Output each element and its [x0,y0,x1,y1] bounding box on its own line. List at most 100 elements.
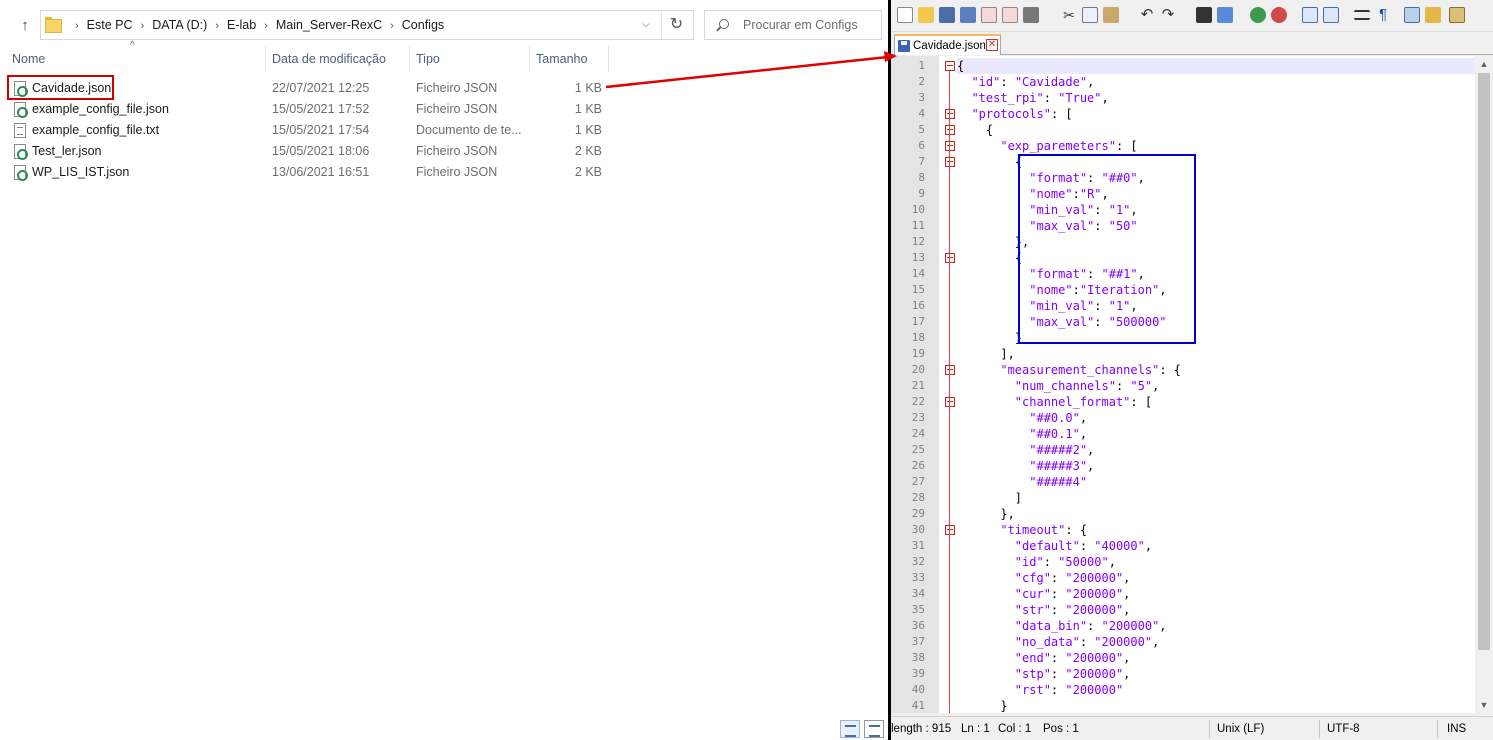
large-icons-view-icon[interactable] [864,720,884,738]
indent-guide-icon[interactable] [1404,7,1420,23]
zoom-in-icon[interactable] [1250,7,1266,23]
document-map-icon[interactable] [1449,7,1465,23]
undo-icon[interactable]: ↶ [1139,7,1155,23]
code-line[interactable]: "stp": "200000", [957,666,1131,682]
code-line[interactable]: "data_bin": "200000", [957,618,1167,634]
close-all-icon[interactable] [1002,7,1018,23]
code-line[interactable]: } [957,330,1022,346]
address-bar[interactable]: › Este PC › DATA (D:) › E-lab › Main_Server-Rex… [40,10,694,40]
code-line[interactable]: "id": "Cavidade", [957,74,1094,90]
code-line[interactable]: "##0.1", [957,426,1087,442]
status-encoding[interactable]: UTF-8 [1327,717,1360,740]
code-line[interactable]: "str": "200000", [957,602,1131,618]
code-line[interactable]: ], [957,346,1014,362]
code-line[interactable]: } [957,698,1007,713]
code-line[interactable]: "end": "200000", [957,650,1131,666]
fold-minus-icon[interactable] [945,397,955,407]
replace-icon[interactable] [1217,7,1233,23]
fold-minus-icon[interactable] [945,141,955,151]
breadcrumb-item[interactable]: Main_Server-RexC [276,11,382,39]
breadcrumb-item[interactable]: Este PC [87,11,133,39]
code-line[interactable]: "test_rpi": "True", [957,90,1108,106]
file-row[interactable]: example_config_file.json 15/05/2021 17:5… [0,99,888,120]
copy-icon[interactable] [1082,7,1098,23]
fold-minus-icon[interactable] [945,157,955,167]
file-type: Ficheiro JSON [416,81,498,95]
close-file-icon[interactable] [981,7,997,23]
code-line[interactable]: "num_channels": "5", [957,378,1160,394]
code-line[interactable]: "cfg": "200000", [957,570,1131,586]
code-line[interactable]: }, [957,506,1014,522]
zoom-out-icon[interactable] [1271,7,1287,23]
search-box[interactable] [704,10,882,40]
code-line[interactable]: "rst": "200000" [957,682,1123,698]
fold-minus-icon[interactable] [945,253,955,263]
show-all-characters-icon[interactable]: ¶ [1375,7,1391,23]
vertical-scrollbar[interactable]: ▲ ▼ [1475,56,1493,713]
code-line[interactable]: { [957,250,1022,266]
file-row[interactable]: Cavidade.json 22/07/2021 12:25 Ficheiro … [0,78,888,99]
status-eol[interactable]: Unix (LF) [1217,717,1264,740]
breadcrumb: › Este PC › DATA (D:) › E-lab › Main_Server-Rex… [67,11,444,39]
code-line[interactable]: "measurement_channels": { [957,362,1181,378]
code-line[interactable]: "no_data": "200000", [957,634,1160,650]
code-line[interactable]: "id": "50000", [957,554,1116,570]
column-divider[interactable] [608,46,609,72]
column-header-name[interactable]: Nome [6,46,266,72]
code-line[interactable]: ] [957,490,1022,506]
close-icon[interactable]: ✕ [986,39,998,51]
code-line[interactable]: "#####3", [957,458,1094,474]
fold-minus-icon[interactable] [945,109,955,119]
file-row[interactable]: WP_LIS_IST.json 13/06/2021 16:51 Ficheir… [0,162,888,183]
sync-horizontal-icon[interactable] [1323,7,1339,23]
save-all-icon[interactable] [960,7,976,23]
code-line[interactable]: "cur": "200000", [957,586,1131,602]
scrollbar-thumb[interactable] [1478,73,1490,650]
file-row[interactable]: example_config_file.txt 15/05/2021 17:54… [0,120,888,141]
breadcrumb-item[interactable]: DATA (D:) [152,11,207,39]
cut-icon[interactable]: ✂ [1061,7,1077,23]
code-line[interactable]: "channel_format": [ [957,394,1152,410]
sync-vertical-icon[interactable] [1302,7,1318,23]
column-header-type[interactable]: Tipo [410,46,530,72]
column-header-date[interactable]: Data de modificação [266,46,410,72]
user-language-icon[interactable] [1425,7,1441,23]
file-row[interactable]: Test_ler.json 15/05/2021 18:06 Ficheiro … [0,141,888,162]
breadcrumb-item[interactable]: Configs [402,11,444,39]
fold-minus-icon[interactable] [945,365,955,375]
refresh-icon[interactable]: ↻ [661,11,691,39]
status-mode[interactable]: INS [1447,717,1466,740]
fold-minus-icon[interactable] [945,125,955,135]
code-line[interactable]: { [957,154,1022,170]
code-line[interactable]: "default": "40000", [957,538,1152,554]
code-line[interactable]: "protocols": [ [957,106,1072,122]
paste-icon[interactable] [1103,7,1119,23]
redo-icon[interactable]: ↷ [1160,7,1176,23]
tab-cavidade-json[interactable]: Cavidade.json ✕ [894,34,1001,55]
code-line[interactable]: "##0.0", [957,410,1087,426]
up-arrow-icon[interactable]: ↑ [16,18,34,34]
details-view-icon[interactable] [840,720,860,738]
find-icon[interactable] [1196,7,1212,23]
word-wrap-icon[interactable] [1354,10,1370,20]
new-file-icon[interactable] [897,7,913,23]
print-icon[interactable] [1023,7,1039,23]
save-icon[interactable] [939,7,955,23]
fold-margin[interactable] [939,56,955,713]
code-line[interactable]: { [957,58,1475,74]
fold-minus-icon[interactable] [945,61,955,71]
scroll-down-arrow-icon[interactable]: ▼ [1475,697,1493,713]
code-line[interactable]: { [957,122,993,138]
open-file-icon[interactable] [918,7,934,23]
code-line[interactable]: "timeout": { [957,522,1087,538]
search-input[interactable] [743,16,878,34]
code-line[interactable]: "exp_paremeters": [ [957,138,1137,154]
code-line[interactable]: "#####2", [957,442,1094,458]
code-editor[interactable]: 1 {2 "id": "Cavidade", 3 "test_rpi": "True… [891,56,1475,713]
code-line[interactable]: "#####4" [957,474,1087,490]
fold-minus-icon[interactable] [945,525,955,535]
column-header-size[interactable]: Tamanho [530,46,608,72]
scroll-up-arrow-icon[interactable]: ▲ [1475,56,1493,72]
chevron-down-icon[interactable]: ⌵ [636,11,656,39]
breadcrumb-item[interactable]: E-lab [227,11,256,39]
